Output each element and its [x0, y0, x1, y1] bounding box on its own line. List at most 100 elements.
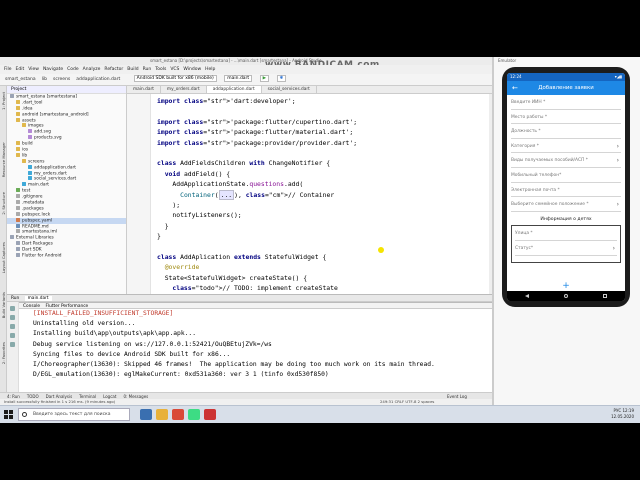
screenshot-area: smart_estana [D:\projects\smartestana] -… — [0, 57, 640, 423]
form-field[interactable]: Статус* › — [515, 241, 617, 256]
form-field[interactable]: Виды получаемых пособий/АСП * › — [511, 153, 621, 168]
menu-item[interactable]: Edit — [16, 67, 25, 72]
back-arrow-icon[interactable]: ← — [512, 81, 518, 95]
code-line[interactable]: } — [157, 221, 357, 231]
console-line: Debug service listening on ws://127.0.0.… — [33, 340, 272, 348]
code-line[interactable] — [157, 106, 357, 116]
code-line[interactable]: import class="str">'package:flutter/mate… — [157, 127, 357, 137]
print-icon[interactable] — [10, 333, 15, 338]
run-button[interactable]: ▶ — [259, 75, 270, 82]
rerun-icon[interactable] — [10, 306, 15, 311]
menu-item[interactable]: View — [28, 67, 39, 72]
form-field[interactable]: Улица * — [515, 226, 617, 241]
android-studio-icon[interactable] — [188, 409, 200, 420]
stop-icon[interactable] — [10, 315, 15, 320]
run-config-selector[interactable]: main.dart — [224, 75, 253, 82]
left-strip-tab[interactable]: Layout Captures — [1, 242, 6, 273]
form-field[interactable]: Категория * › — [511, 139, 621, 154]
menu-item[interactable]: Window — [183, 67, 201, 72]
menu-item[interactable]: Navigate — [43, 67, 63, 72]
browser-icon[interactable] — [172, 409, 184, 420]
add-child-button[interactable]: + — [562, 282, 570, 291]
form-field[interactable]: Должность * — [511, 124, 621, 139]
editor-tab[interactable]: social_services.dart — [262, 86, 317, 93]
chevron-right-icon: › — [616, 201, 619, 209]
form-field[interactable]: Мобильный телефон* — [511, 168, 621, 183]
code-line[interactable]: Container(...), class="cm">// Container — [157, 189, 357, 200]
code-line[interactable]: @override — [157, 262, 357, 272]
menu-item[interactable]: Code — [67, 67, 79, 72]
left-strip-tab[interactable]: Build Variants — [1, 292, 6, 318]
editor-tab[interactable]: addapplication.dart — [206, 86, 262, 93]
menu-item[interactable]: VCS — [170, 67, 179, 72]
tree-item-label: .dart_tool — [22, 100, 43, 106]
menu-item[interactable]: File — [4, 67, 12, 72]
file-icon — [28, 176, 32, 181]
file-icon — [16, 152, 20, 157]
tree-item-label: images — [28, 123, 44, 129]
code-line[interactable] — [157, 148, 357, 158]
nav-recents-icon[interactable] — [603, 294, 608, 298]
editor-tab[interactable]: my_orders.dart — [161, 86, 207, 93]
breadcrumb[interactable]: smart_estana lib screens addapplication.dar… — [5, 77, 126, 82]
code-line[interactable]: AddApplicationState.questions.add( — [157, 179, 357, 189]
form-field[interactable]: Место работы * — [511, 110, 621, 125]
run-tab[interactable]: Run — [11, 296, 19, 301]
code-line[interactable]: class="todo">// TODO: implement createSt… — [157, 283, 357, 293]
device-selector[interactable]: Android SDK built for x86 (mobile) — [133, 75, 217, 82]
form-field[interactable]: Выберите семейное положение * › — [511, 197, 621, 212]
file-explorer-icon[interactable] — [156, 409, 168, 420]
menu-item[interactable]: Run — [143, 67, 152, 72]
run-file-tab[interactable]: main.dart — [24, 296, 52, 301]
code-line[interactable]: void addField() { — [157, 169, 357, 179]
code-body[interactable]: import class="str">'dart:developer'; impo… — [157, 96, 357, 294]
form-field[interactable]: Электронная почта * — [511, 183, 621, 198]
menu-item[interactable]: Tools — [155, 67, 166, 72]
tree-item-label: .metadata — [22, 200, 45, 206]
code-line[interactable]: ); — [157, 200, 357, 210]
code-line[interactable]: notifyListeners(); — [157, 210, 357, 220]
code-line[interactable]: } — [157, 231, 357, 241]
task-view-icon[interactable] — [140, 409, 152, 420]
code-line[interactable]: State<StatefulWidget> createState() { — [157, 273, 357, 283]
code-line[interactable]: class AddFieldsChildren with ChangeNotif… — [157, 158, 357, 168]
left-strip-tab[interactable]: 1: Project — [1, 92, 6, 110]
form-field-label: Виды получаемых пособий/АСП * — [511, 158, 588, 164]
menu-item[interactable]: Help — [205, 67, 215, 72]
breadcrumb-item[interactable]: addapplication.dart — [76, 77, 120, 82]
taskbar-search-input[interactable]: Введите здесь текст для поиска — [18, 408, 130, 421]
code-line[interactable]: class AddAplication extends StatefulWidg… — [157, 252, 357, 262]
code-editor[interactable]: import class="str">'dart:developer'; impo… — [127, 94, 492, 294]
menu-item[interactable]: Analyze — [83, 67, 101, 72]
file-icon — [16, 194, 20, 199]
phone-status-bar: 12:24 ▾◢▮ — [507, 73, 625, 81]
system-tray[interactable]: РУС 12:19 12.05.2020 — [611, 408, 634, 420]
bandicam-icon[interactable] — [204, 409, 216, 420]
trash-icon[interactable] — [10, 342, 15, 347]
editor-tab[interactable]: main.dart — [127, 86, 161, 93]
code-line[interactable] — [157, 241, 357, 251]
app-bar: ← Добавление заявки — [507, 81, 625, 95]
nav-back-icon[interactable] — [524, 294, 529, 298]
menu-item[interactable]: Build — [127, 67, 138, 72]
breadcrumb-item[interactable]: lib — [42, 77, 47, 82]
project-panel-header[interactable]: Project — [7, 86, 126, 94]
debug-button[interactable]: ✱ — [276, 75, 287, 82]
breadcrumb-item[interactable]: screens — [53, 77, 70, 82]
tree-item-label: assets — [22, 118, 36, 124]
console-output[interactable]: [INSTALL_FAILED_INSUFFICIENT_STORAGE] Uni… — [19, 309, 492, 392]
scroll-icon[interactable] — [10, 324, 15, 329]
code-line[interactable]: import class="str">'package:flutter/cupe… — [157, 117, 357, 127]
left-strip-tab[interactable]: 2: Favorites — [1, 342, 6, 364]
windows-start-icon[interactable] — [4, 410, 13, 419]
code-line[interactable]: import class="str">'dart:developer'; — [157, 96, 357, 106]
tree-item[interactable]: Flutter for Android — [7, 253, 126, 259]
tree-item-label: pubspec.lock — [22, 212, 51, 218]
left-strip-tab[interactable]: 2: Structure — [1, 192, 6, 215]
nav-home-icon[interactable] — [563, 294, 568, 298]
breadcrumb-item[interactable]: smart_estana — [5, 77, 36, 82]
menu-item[interactable]: Refactor — [104, 67, 123, 72]
code-line[interactable]: import class="str">'package:provider/pro… — [157, 138, 357, 148]
form-field[interactable]: Введите ИИН * — [511, 95, 621, 110]
left-strip-tab[interactable]: Resource Manager — [1, 142, 6, 177]
